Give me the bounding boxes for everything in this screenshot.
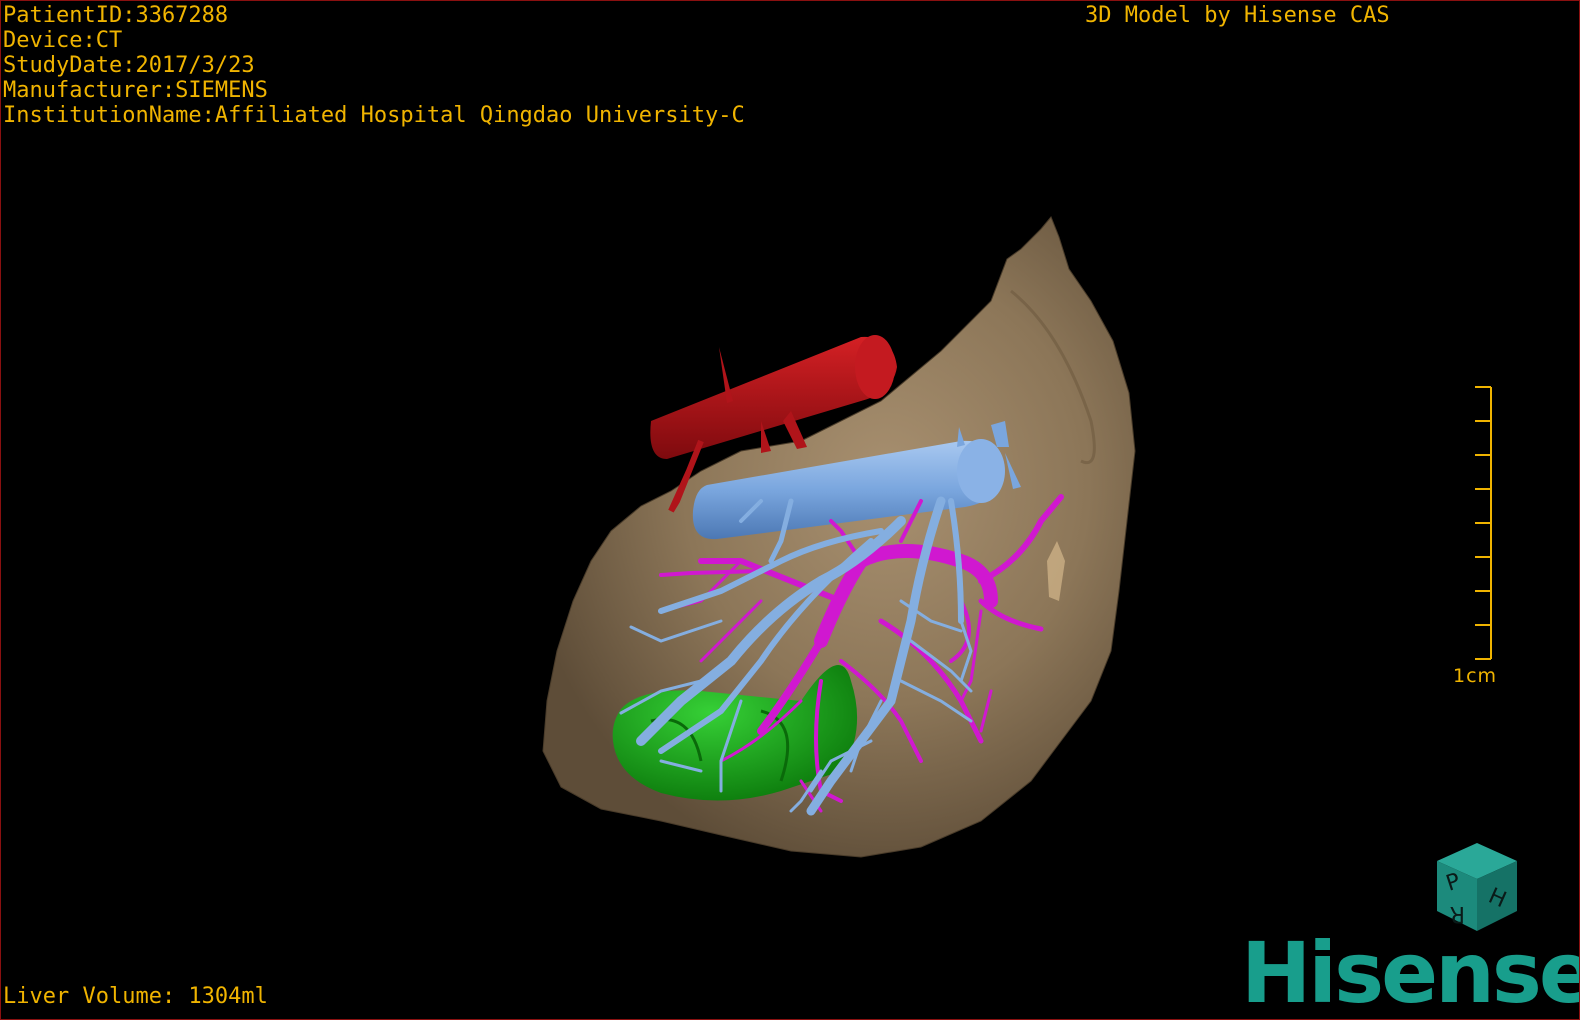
study-date: StudyDate:2017/3/23 xyxy=(3,53,255,78)
patient-id: PatientID:3367288 xyxy=(3,3,229,28)
device: Device:CT xyxy=(3,28,123,53)
liver-3d-model[interactable] xyxy=(1,1,1580,1020)
cube-label-r: R xyxy=(1450,901,1465,926)
model-credit: 3D Model by Hisense CAS xyxy=(1085,3,1390,28)
brand-logo: Hisense xyxy=(1241,924,1580,1020)
render-viewport[interactable]: PatientID:3367288 Device:CT StudyDate:20… xyxy=(0,0,1580,1020)
orientation-cube-icon[interactable]: P H R xyxy=(1429,839,1525,935)
patient-info-overlay: PatientID:3367288 Device:CT StudyDate:20… xyxy=(3,3,745,128)
scale-bar xyxy=(1475,386,1492,660)
liver-volume: Liver Volume: 1304ml xyxy=(3,984,268,1009)
scale-label: 1cm xyxy=(1453,665,1498,687)
manufacturer: Manufacturer:SIEMENS xyxy=(3,78,268,103)
institution-name: InstitutionName:Affiliated Hospital Qing… xyxy=(3,103,745,128)
